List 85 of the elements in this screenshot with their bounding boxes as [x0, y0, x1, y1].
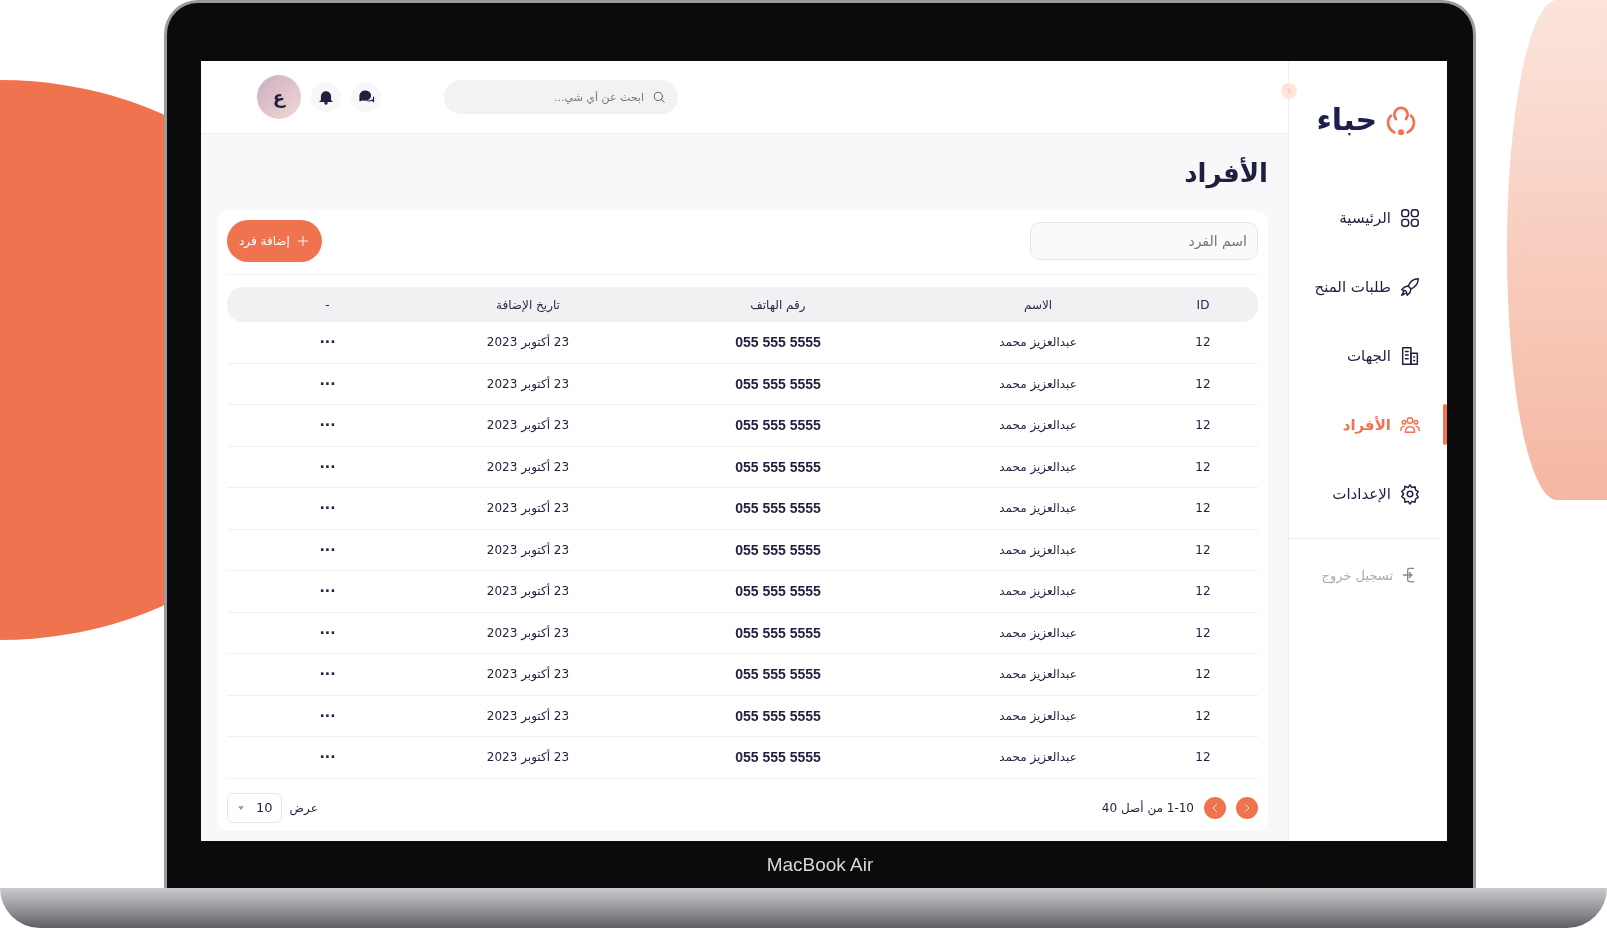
table-cell: عبدالعزيز محمد: [999, 708, 1077, 723]
more-options-button[interactable]: ···: [319, 458, 336, 475]
name-filter-field[interactable]: اسم الفرد: [1030, 222, 1258, 260]
more-options-button[interactable]: ···: [319, 334, 336, 351]
table-cell: 23 أكتوبر 2023: [486, 376, 570, 391]
chevron-icon: [1285, 87, 1293, 95]
nav-item[interactable]: الجهات: [1289, 321, 1447, 390]
nav-item[interactable]: طلبات المنح: [1289, 252, 1447, 321]
device-label: MacBook Air: [766, 853, 874, 876]
table-cell: 12: [1195, 418, 1211, 433]
table-cell: 055 555 5555: [735, 334, 821, 351]
building-icon: [1399, 344, 1421, 367]
logo-text: حباء: [1316, 101, 1377, 137]
more-options-button[interactable]: ···: [319, 541, 336, 558]
table-cell: 055 555 5555: [735, 375, 821, 392]
table-cell: 055 555 5555: [735, 500, 821, 517]
table-cell: عبدالعزيز محمد: [999, 625, 1077, 640]
nav-item[interactable]: الرئيسية: [1289, 183, 1447, 252]
table-cell: 23 أكتوبر 2023: [486, 708, 570, 723]
table-cell: 055 555 5555: [735, 749, 821, 766]
column-header: رقم الهاتف: [628, 287, 928, 322]
rows-per-page-label: عرض: [289, 800, 318, 815]
table-cell: عبدالعزيز محمد: [999, 335, 1077, 350]
table-cell: عبدالعزيز محمد: [999, 667, 1077, 682]
more-options-button[interactable]: ···: [319, 417, 336, 434]
more-options-button[interactable]: ···: [319, 666, 336, 683]
table-cell: 12: [1195, 625, 1211, 640]
table-cell: 23 أكتوبر 2023: [486, 584, 570, 599]
table-cell: 12: [1195, 542, 1211, 557]
table-cell: عبدالعزيز محمد: [999, 542, 1077, 557]
table-cell: 055 555 5555: [735, 666, 821, 683]
rows-per-page-select[interactable]: 10: [227, 792, 282, 823]
table-cell: عبدالعزيز محمد: [999, 501, 1077, 516]
more-options-button[interactable]: ···: [319, 707, 336, 724]
table-cell: 23 أكتوبر 2023: [486, 418, 570, 433]
table-cell: 23 أكتوبر 2023: [486, 667, 570, 682]
more-options-button[interactable]: ···: [319, 500, 336, 517]
table-cell: 23 أكتوبر 2023: [486, 750, 570, 765]
table-cell: 055 555 5555: [735, 541, 821, 558]
settings-icon: [1399, 482, 1421, 505]
search-icon: [652, 90, 666, 104]
table-cell: 12: [1195, 335, 1211, 350]
plus-icon: [295, 234, 310, 248]
column-header: تاريخ الإضافة: [428, 287, 628, 322]
table-cell: 23 أكتوبر 2023: [486, 459, 570, 474]
table-cell: عبدالعزيز محمد: [999, 376, 1077, 391]
page-range: 1-10 من أصل 40: [1101, 800, 1194, 815]
grid-icon: [1399, 206, 1421, 229]
table-cell: 055 555 5555: [735, 624, 821, 641]
table-cell: 23 أكتوبر 2023: [486, 625, 570, 640]
bell-icon: [317, 88, 335, 106]
rocket-icon: [1399, 275, 1421, 298]
table-cell: 12: [1195, 708, 1211, 723]
table-cell: عبدالعزيز محمد: [999, 584, 1077, 599]
table-cell: 12: [1195, 667, 1211, 682]
table-cell: 055 555 5555: [735, 707, 821, 724]
table-cell: 12: [1195, 376, 1211, 391]
more-options-button[interactable]: ···: [319, 375, 336, 392]
table-cell: 055 555 5555: [735, 417, 821, 434]
more-options-button[interactable]: ···: [319, 749, 336, 766]
page-title: الأفراد: [1183, 158, 1268, 191]
table-cell: 23 أكتوبر 2023: [486, 542, 570, 557]
avatar[interactable]: ع: [257, 75, 301, 119]
table-cell: 12: [1195, 501, 1211, 516]
table-cell: عبدالعزيز محمد: [999, 750, 1077, 765]
nav-item[interactable]: الإعدادات: [1289, 459, 1447, 528]
table-cell: 12: [1195, 750, 1211, 765]
column-header: الاسم: [928, 287, 1148, 322]
more-options-button[interactable]: ···: [319, 624, 336, 641]
table-cell: عبدالعزيز محمد: [999, 459, 1077, 474]
previous-page-button[interactable]: [1204, 796, 1226, 819]
table-cell: 23 أكتوبر 2023: [486, 335, 570, 350]
table-cell: عبدالعزيز محمد: [999, 418, 1077, 433]
more-options-button[interactable]: ···: [319, 583, 336, 600]
column-header: ID: [1148, 287, 1258, 322]
next-page-button[interactable]: [1236, 796, 1258, 819]
table-cell: 12: [1195, 584, 1211, 599]
column-header: -: [227, 287, 428, 322]
chat-button[interactable]: [351, 82, 381, 112]
collapse-toggle[interactable]: [1281, 83, 1297, 99]
table-cell: 12: [1195, 459, 1211, 474]
table-cell: 055 555 5555: [735, 583, 821, 600]
table-cell: 23 أكتوبر 2023: [486, 501, 570, 516]
notifications-button[interactable]: [311, 82, 341, 112]
table-cell: 055 555 5555: [735, 458, 821, 475]
